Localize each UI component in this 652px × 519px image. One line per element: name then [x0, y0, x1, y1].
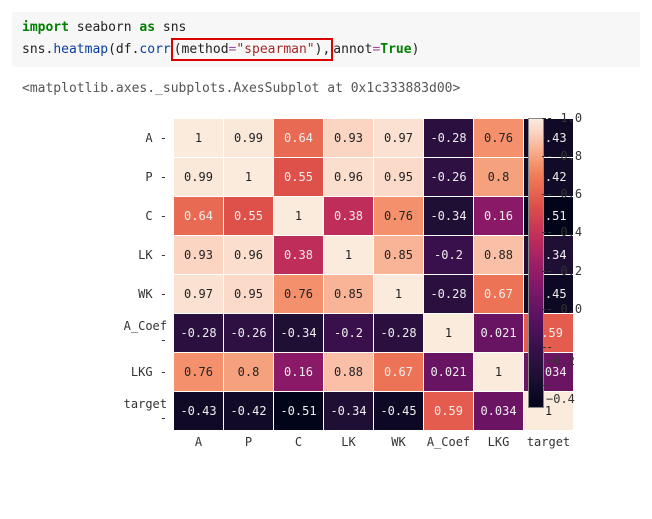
colorbar-tick-label: - 0.4 — [546, 225, 582, 239]
x-tick-label: A — [174, 431, 224, 454]
y-tick-label: C - — [112, 197, 174, 236]
heatmap-cell: 0.76 — [374, 197, 424, 236]
heatmap-cell: 0.8 — [224, 353, 274, 392]
heatmap-cell: -0.34 — [324, 392, 374, 431]
heatmap-cell: -0.2 — [324, 314, 374, 353]
heatmap-cell: 0.96 — [324, 158, 374, 197]
x-tick-label: target — [524, 431, 574, 454]
heatmap-cell: 1 — [224, 158, 274, 197]
heatmap-cell: -0.26 — [424, 158, 474, 197]
heatmap-cell: 1 — [424, 314, 474, 353]
heatmap-cell: 0.85 — [324, 275, 374, 314]
heatmap-cell: 0.76 — [474, 119, 524, 158]
heatmap-cell: 0.96 — [224, 236, 274, 275]
fn-heatmap: heatmap — [53, 42, 108, 57]
y-tick-label: P - — [112, 158, 174, 197]
y-tick-label: A_Coef - — [112, 314, 174, 353]
x-tick-label: C — [274, 431, 324, 454]
heatmap-cell: 1 — [474, 353, 524, 392]
heatmap-cell: 1 — [324, 236, 374, 275]
x-tick-label: P — [224, 431, 274, 454]
x-tick-label: LKG — [474, 431, 524, 454]
heatmap-cell: 0.021 — [424, 353, 474, 392]
heatmap-cell: -0.43 — [174, 392, 224, 431]
heatmap-cell: 0.021 — [474, 314, 524, 353]
y-tick-label: LKG - — [112, 353, 174, 392]
heatmap-cell: 0.64 — [274, 119, 324, 158]
heatmap-cell: 0.99 — [174, 158, 224, 197]
heatmap-cell: 0.76 — [274, 275, 324, 314]
heatmap-cell: 0.88 — [324, 353, 374, 392]
heatmap-cell: 0.55 — [274, 158, 324, 197]
highlighted-method-arg: (method="spearman"), — [171, 38, 334, 62]
colorbar: - 1.0- 0.8- 0.6- 0.4- 0.2- 0.0- −0.2- −0… — [528, 118, 588, 418]
y-tick-label: A - — [112, 119, 174, 158]
heatmap-cell: -0.42 — [224, 392, 274, 431]
module-seaborn: seaborn — [77, 20, 132, 35]
heatmap-cell: 0.38 — [274, 236, 324, 275]
heatmap-cell: 0.99 — [224, 119, 274, 158]
heatmap-cell: -0.45 — [374, 392, 424, 431]
heatmap-cell: -0.2 — [424, 236, 474, 275]
heatmap-cell: 0.67 — [474, 275, 524, 314]
kw-as: as — [139, 20, 155, 35]
heatmap-cell: 0.93 — [174, 236, 224, 275]
heatmap-cell: 0.93 — [324, 119, 374, 158]
colorbar-tick-label: - −0.2 — [546, 340, 588, 368]
heatmap-cell: 0.85 — [374, 236, 424, 275]
heatmap-cell: 0.034 — [474, 392, 524, 431]
heatmap-cell: 0.95 — [224, 275, 274, 314]
colorbar-tick-label: - 0.0 — [546, 302, 582, 316]
y-tick-label: WK - — [112, 275, 174, 314]
heatmap-cell: 0.95 — [374, 158, 424, 197]
code-cell: import seaborn as sns sns.heatmap(df.cor… — [12, 12, 640, 67]
output-repr: <matplotlib.axes._subplots.AxesSubplot a… — [12, 77, 640, 100]
colorbar-tick-label: - 0.2 — [546, 264, 582, 278]
y-tick-label: LK - — [112, 236, 174, 275]
heatmap-grid: A -10.990.640.930.97-0.280.76-0.43P -0.9… — [112, 118, 574, 453]
heatmap-cell: -0.34 — [274, 314, 324, 353]
heatmap-cell: -0.28 — [424, 119, 474, 158]
colorbar-tick-label: - 0.6 — [546, 187, 582, 201]
heatmap-cell: 0.38 — [324, 197, 374, 236]
heatmap-cell: 0.64 — [174, 197, 224, 236]
heatmap-cell: 0.55 — [224, 197, 274, 236]
heatmap-cell: 1 — [174, 119, 224, 158]
heatmap-cell: 0.88 — [474, 236, 524, 275]
alias-sns: sns — [163, 20, 186, 35]
y-tick-label: target - — [112, 392, 174, 431]
heatmap-cell: -0.51 — [274, 392, 324, 431]
kw-import: import — [22, 20, 69, 35]
colorbar-tick-label: - −0.4 — [546, 378, 588, 406]
heatmap-chart: A -10.990.640.930.97-0.280.76-0.43P -0.9… — [52, 112, 592, 492]
kw-true: True — [380, 42, 411, 57]
heatmap-cell: 0.76 — [174, 353, 224, 392]
heatmap-cell: 0.67 — [374, 353, 424, 392]
heatmap-cell: 0.16 — [474, 197, 524, 236]
heatmap-cell: 1 — [274, 197, 324, 236]
heatmap-cell: 0.16 — [274, 353, 324, 392]
heatmap-cell: -0.28 — [174, 314, 224, 353]
heatmap-cell: 0.8 — [474, 158, 524, 197]
heatmap-cell: -0.28 — [374, 314, 424, 353]
annot-kw: annot — [333, 42, 372, 57]
heatmap-cell: -0.28 — [424, 275, 474, 314]
x-tick-label: LK — [324, 431, 374, 454]
sns-prefix: sns. — [22, 42, 53, 57]
fn-corr: corr — [139, 42, 170, 57]
colorbar-tick-label: - 1.0 — [546, 111, 582, 125]
open-paren: (df. — [108, 42, 139, 57]
heatmap-cell: 0.97 — [374, 119, 424, 158]
colorbar-tick-label: - 0.8 — [546, 149, 582, 163]
heatmap-cell: -0.26 — [224, 314, 274, 353]
heatmap-cell: 1 — [374, 275, 424, 314]
heatmap-cell: 0.59 — [424, 392, 474, 431]
x-tick-label: A_Coef — [424, 431, 474, 454]
heatmap-cell: 0.97 — [174, 275, 224, 314]
x-tick-label: WK — [374, 431, 424, 454]
heatmap-cell: -0.34 — [424, 197, 474, 236]
